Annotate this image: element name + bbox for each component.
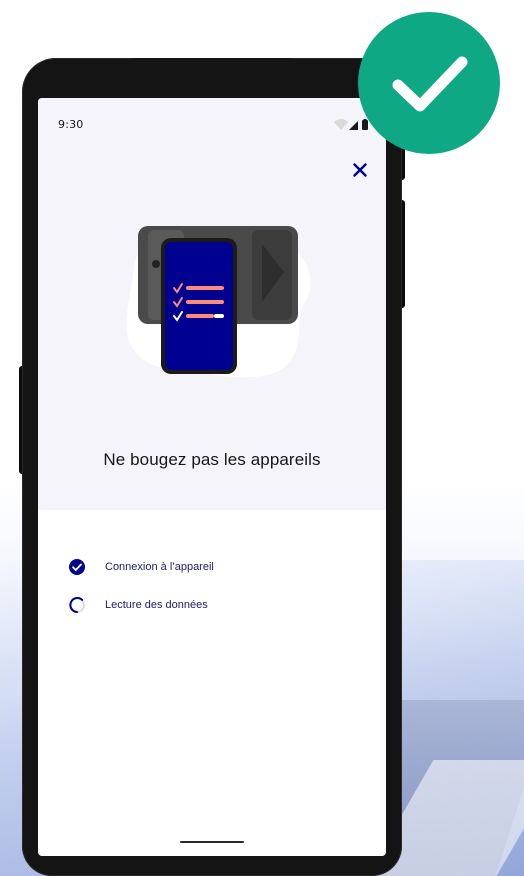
progress-steps: Connexion à l’appareil Lecture des donné…: [68, 556, 368, 632]
success-badge: [358, 12, 500, 154]
cell-signal-icon: [349, 121, 358, 130]
page-title: Ne bougez pas les appareils: [103, 450, 321, 469]
step-label: Lecture des données: [105, 599, 208, 611]
home-indicator[interactable]: [180, 841, 244, 843]
app-screen: 9:30 Ne bougez pas les appareils Connexi…: [38, 98, 386, 856]
phone-reading-device-illustration: [112, 226, 322, 386]
spinner-icon: [68, 596, 86, 614]
check-circle-icon: [68, 558, 86, 576]
phone-in-illustration: [161, 238, 237, 374]
wifi-icon: [334, 119, 348, 130]
close-icon: [353, 163, 367, 177]
step-connexion: Connexion à l’appareil: [68, 556, 368, 578]
close-button[interactable]: [350, 160, 370, 180]
marketing-stage: 9:30 Ne bougez pas les appareils Connexi…: [0, 0, 524, 876]
status-time: 9:30: [58, 118, 84, 131]
checkmark-icon: [392, 56, 468, 112]
step-lecture: Lecture des données: [68, 594, 368, 616]
step-label: Connexion à l’appareil: [105, 561, 214, 573]
